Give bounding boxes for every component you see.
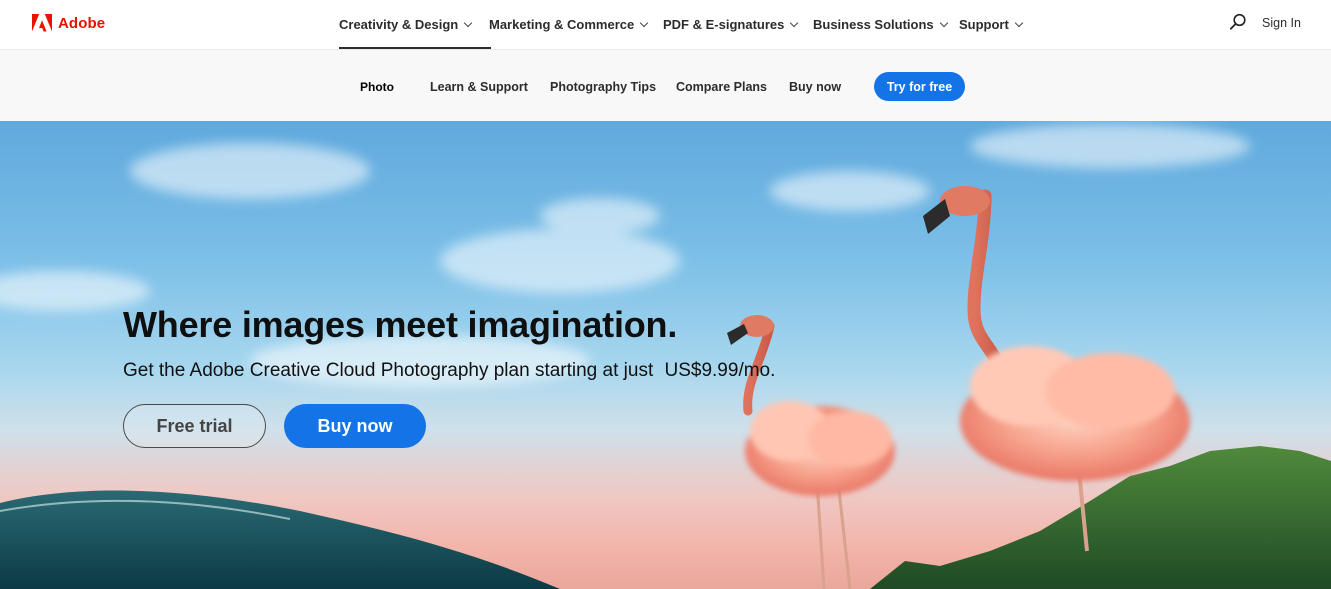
search-button[interactable] <box>1229 13 1247 31</box>
local-nav: Photo Learn & Support Photography Tips C… <box>0 49 1331 121</box>
hero-subtitle-text: Get the Adobe Creative Cloud Photography… <box>123 360 654 381</box>
adobe-wordmark: Adobe <box>58 14 106 32</box>
local-nav-photo[interactable]: Photo <box>360 80 394 94</box>
chevron-down-icon <box>1014 18 1024 27</box>
local-nav-buy-now[interactable]: Buy now <box>789 80 841 94</box>
global-nav: Adobe Creativity & Design Marketing & Co… <box>0 0 1331 49</box>
chevron-down-icon <box>790 18 799 27</box>
nav-pdf-esignatures[interactable]: PDF & E-signatures <box>663 0 813 49</box>
local-nav-compare-plans[interactable]: Compare Plans <box>676 80 767 94</box>
hero-price: US$9.99/mo. <box>664 360 776 381</box>
global-nav-menu: Creativity & Design Marketing & Commerce… <box>339 0 1024 49</box>
ocean-wave <box>0 490 560 589</box>
nav-support-label: Support <box>959 17 1009 32</box>
local-nav-learn-support[interactable]: Learn & Support <box>430 80 528 94</box>
hero-title: Where images meet imagination. <box>123 304 678 345</box>
nav-creativity-design[interactable]: Creativity & Design <box>339 0 491 49</box>
buy-now-button[interactable]: Buy now <box>284 404 426 448</box>
hero-copy: Where images meet imagination. Get the A… <box>123 304 775 382</box>
nav-business-solutions[interactable]: Business Solutions <box>813 0 959 49</box>
search-icon <box>1229 13 1246 30</box>
nav-marketing-commerce[interactable]: Marketing & Commerce <box>489 0 663 49</box>
nav-support[interactable]: Support <box>959 0 1024 49</box>
local-nav-photography-tips[interactable]: Photography Tips <box>550 80 656 94</box>
adobe-logo-icon <box>32 14 52 32</box>
free-trial-button[interactable]: Free trial <box>123 404 266 448</box>
sign-in-link[interactable]: Sign In <box>1262 16 1301 30</box>
nav-pdf-esignatures-label: PDF & E-signatures <box>663 17 785 32</box>
adobe-logo-link[interactable]: Adobe <box>32 12 105 34</box>
hero-cta-group: Free trial Buy now <box>123 404 426 448</box>
chevron-down-icon <box>939 18 948 27</box>
try-for-free-button[interactable]: Try for free <box>874 72 965 101</box>
chevron-down-icon <box>639 18 649 27</box>
hero-subtitle: Get the Adobe Creative Cloud Photography… <box>123 360 775 382</box>
hero-banner: Where images meet imagination. Get the A… <box>0 121 1331 589</box>
nav-business-solutions-label: Business Solutions <box>813 17 934 32</box>
nav-creativity-design-label: Creativity & Design <box>339 17 459 32</box>
nav-marketing-commerce-label: Marketing & Commerce <box>489 17 635 32</box>
chevron-down-icon <box>463 18 473 27</box>
